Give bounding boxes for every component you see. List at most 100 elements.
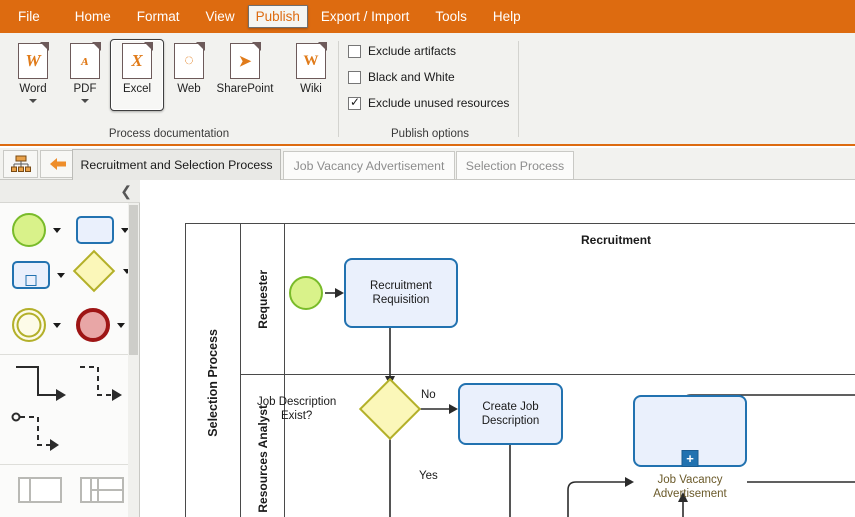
palette-task[interactable] <box>76 216 129 244</box>
gateway-label-line1: Job Description <box>257 396 337 408</box>
checkbox-exclude-unused-resources[interactable]: Exclude unused resources <box>348 95 510 110</box>
ribbon-group-divider <box>338 41 339 137</box>
connector-icons <box>11 366 122 451</box>
task-label-line1: Create Job <box>482 400 539 413</box>
tab-label: Recruitment and Selection Process <box>80 158 273 172</box>
tab-label: Job Vacancy Advertisement <box>293 158 445 173</box>
wiki-document-icon: W <box>296 42 327 79</box>
sequence-flow-icon <box>16 366 66 401</box>
pool-selection-process[interactable]: Selection Process Requester Resources An… <box>185 223 855 517</box>
palette-lane[interactable] <box>80 477 124 503</box>
diagram-canvas[interactable]: Selection Process Requester Resources An… <box>141 180 855 517</box>
pool-title-text: Selection Process <box>206 329 220 437</box>
start-event-icon <box>12 213 46 247</box>
node-task-recruitment-requisition[interactable]: Recruitment Requisition <box>344 258 458 328</box>
publish-web-label: Web <box>177 83 201 95</box>
shape-palette: ❮ <box>0 180 140 517</box>
checkbox-exclude-artifacts-label: Exclude artifacts <box>368 44 457 58</box>
gateway-label: Job Description Exist? <box>257 395 336 424</box>
checkbox-box[interactable] <box>348 70 361 84</box>
checkbox-exclude-unused-resources-label: Exclude unused resources <box>368 96 510 110</box>
node-subprocess-job-vacancy-advertisement[interactable]: + <box>633 395 747 467</box>
back-arrow-icon <box>49 158 66 170</box>
checkbox-black-and-white-label: Black and White <box>368 70 455 84</box>
palette-end-event[interactable] <box>76 308 125 342</box>
checkbox-exclude-artifacts[interactable]: Exclude artifacts <box>348 44 456 58</box>
hierarchy-button[interactable] <box>3 150 38 178</box>
palette-scrollbar-thumb[interactable] <box>129 205 138 355</box>
publish-options-group-label: Publish options <box>391 128 469 140</box>
ribbon-group-process-documentation: W Word ᴀ PDF X Excel ◌ Web ➤ SharePoint … <box>0 33 338 144</box>
lane-title-label: Requester <box>255 269 270 329</box>
palette-start-event[interactable] <box>12 213 61 247</box>
checkbox-box-checked[interactable] <box>348 95 361 110</box>
chevron-left-icon[interactable]: ❮ <box>120 183 132 199</box>
task-icon <box>76 216 114 244</box>
task-label-line1: Recruitment <box>370 279 432 292</box>
publish-web-button[interactable]: ◌ Web <box>162 39 216 111</box>
publish-pdf-button[interactable]: ᴀ PDF <box>58 39 112 111</box>
chevron-down-icon[interactable] <box>53 322 61 328</box>
chevron-down-icon[interactable] <box>81 99 89 103</box>
chevron-down-icon[interactable] <box>53 227 61 233</box>
menu-item-tools[interactable]: Tools <box>422 0 480 33</box>
checkbox-black-and-white[interactable]: Black and White <box>348 70 455 84</box>
checkbox-box[interactable] <box>348 44 361 58</box>
menu-item-view[interactable]: View <box>193 0 248 33</box>
tab-job-vacancy-advertisement[interactable]: Job Vacancy Advertisement <box>283 151 455 179</box>
word-document-icon: W <box>18 42 49 79</box>
back-button[interactable] <box>40 150 75 178</box>
pool-title: Selection Process <box>186 224 241 517</box>
palette-sub-process[interactable] <box>12 261 65 289</box>
lane-requester[interactable]: Requester <box>241 224 855 374</box>
task-label-line2: Description <box>481 415 540 427</box>
publish-excel-button[interactable]: X Excel <box>110 39 164 111</box>
ribbon-group-divider <box>518 41 519 137</box>
lane-title: Requester <box>241 224 285 374</box>
palette-section-connectors <box>0 355 128 465</box>
palette-gateway[interactable] <box>72 249 131 293</box>
palette-pool[interactable] <box>18 477 62 503</box>
lane-icon <box>80 477 124 503</box>
edge-label-no: No <box>421 389 436 401</box>
subprocess-label: Job Vacancy Advertisement <box>633 473 747 502</box>
publish-sharepoint-button[interactable]: ➤ SharePoint <box>210 39 280 111</box>
node-task-create-job-description[interactable]: Create Job Description <box>458 383 563 445</box>
ribbon-group-publish-options: Exclude artifacts Black and White Exclud… <box>340 33 520 144</box>
edge-label-yes: Yes <box>419 470 438 482</box>
menu-item-publish[interactable]: Publish <box>247 4 308 28</box>
node-gateway-job-description-exist[interactable] <box>358 377 422 441</box>
subprocess-label-line2: Advertisement <box>653 488 727 501</box>
gateway-icon <box>72 249 116 293</box>
task-label-line2: Requisition <box>372 294 430 306</box>
node-start-event[interactable] <box>289 276 323 310</box>
menu-item-home[interactable]: Home <box>62 0 124 33</box>
association-icon <box>11 412 59 451</box>
sharepoint-document-icon: ➤ <box>230 42 261 79</box>
message-flow-icon <box>80 366 122 401</box>
sub-process-plus-icon[interactable]: + <box>681 450 699 467</box>
document-tab-strip: Recruitment and Selection Process Job Va… <box>0 148 855 180</box>
menu-item-export-import[interactable]: Export / Import <box>308 0 423 33</box>
menu-item-help[interactable]: Help <box>480 0 534 33</box>
chevron-down-icon[interactable] <box>57 272 65 278</box>
palette-scrollbar[interactable] <box>128 203 139 517</box>
pdf-document-icon: ᴀ <box>70 42 101 79</box>
publish-word-button[interactable]: W Word <box>6 39 60 111</box>
gateway-shape-icon <box>358 377 422 441</box>
menu-item-file[interactable]: File <box>0 0 62 33</box>
tab-recruitment-and-selection-process[interactable]: Recruitment and Selection Process <box>72 149 281 180</box>
tab-selection-process[interactable]: Selection Process <box>456 151 574 179</box>
sub-process-icon <box>12 261 50 289</box>
chevron-down-icon[interactable] <box>117 322 125 328</box>
pool-header-label: Recruitment <box>581 233 652 247</box>
hierarchy-icon <box>10 155 31 172</box>
gateway-label-line2: Exist? <box>280 410 313 423</box>
menu-item-format[interactable]: Format <box>124 0 193 33</box>
end-event-icon <box>76 308 110 342</box>
publish-wiki-button[interactable]: W Wiki <box>284 39 338 111</box>
tab-label: Selection Process <box>465 158 565 173</box>
palette-intermediate-event[interactable] <box>12 308 61 342</box>
publish-excel-label: Excel <box>122 83 152 95</box>
chevron-down-icon[interactable] <box>29 99 37 103</box>
